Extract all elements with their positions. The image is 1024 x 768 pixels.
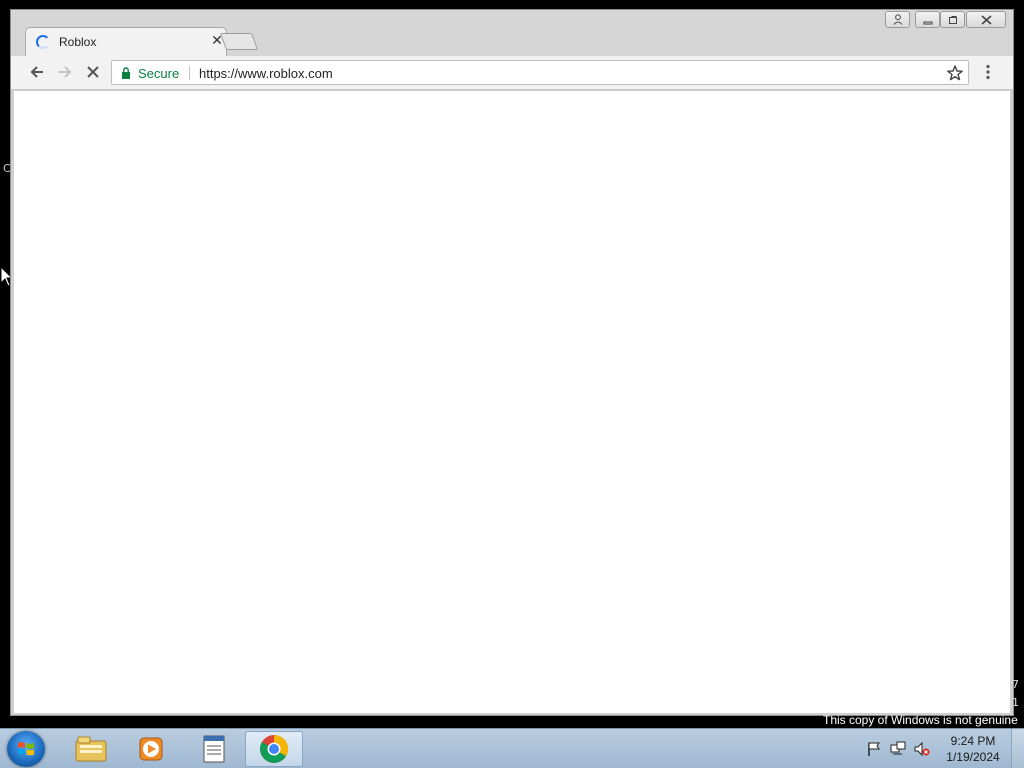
tab-roblox[interactable]: Roblox ✕ (25, 27, 227, 56)
stop-loading-button[interactable] (81, 60, 105, 84)
more-vert-icon (986, 64, 990, 80)
windows-logo-icon (18, 742, 34, 756)
taskbar-explorer-button[interactable] (63, 731, 119, 767)
arrow-left-icon (30, 66, 43, 78)
restore-icon (948, 15, 957, 24)
minimize-button[interactable] (915, 11, 940, 28)
browser-toolbar: Secure https://www.roblox.com (11, 56, 1013, 90)
taskbar-notepad-button[interactable] (186, 731, 242, 767)
tab-title: Roblox (59, 35, 97, 49)
page-content-area[interactable] (14, 91, 1010, 713)
chrome-icon (260, 735, 288, 763)
taskbar-clock[interactable]: 9:24 PM 1/19/2024 (940, 733, 1006, 765)
desktop-edge-digit: 1 (1012, 696, 1019, 709)
desktop: C Roblox ✕ Secure https://www.roblox.com… (0, 0, 1024, 768)
notepad-icon (203, 735, 225, 763)
action-center-flag-icon[interactable] (866, 741, 882, 757)
taskbar: 9:24 PM 1/19/2024 (0, 728, 1024, 768)
browser-titlebar: Roblox ✕ (11, 10, 1013, 56)
bookmark-star-icon[interactable] (946, 64, 964, 82)
browser-menu-button[interactable] (977, 60, 999, 84)
secure-label: Secure (138, 66, 180, 81)
taskbar-chrome-button[interactable] (245, 731, 303, 767)
address-bar[interactable]: Secure https://www.roblox.com (111, 60, 969, 85)
network-icon[interactable] (890, 741, 906, 757)
clock-date: 1/19/2024 (946, 750, 1000, 764)
close-window-button[interactable] (966, 11, 1006, 28)
taskbar-media-button[interactable] (123, 731, 179, 767)
back-button[interactable] (25, 60, 49, 84)
start-button[interactable] (7, 731, 45, 767)
activation-watermark: This copy of Windows is not genuine (823, 713, 1018, 727)
close-icon (980, 14, 992, 25)
clock-time: 9:24 PM (950, 734, 996, 748)
volume-muted-icon[interactable] (914, 741, 930, 757)
url-text[interactable]: https://www.roblox.com (199, 66, 333, 81)
lock-icon (122, 67, 130, 79)
desktop-edge-digit: 7 (1012, 678, 1019, 691)
profile-button[interactable] (885, 11, 910, 28)
minimize-icon (923, 21, 932, 24)
show-desktop-button[interactable] (1011, 729, 1024, 768)
maximize-button[interactable] (940, 11, 965, 28)
forward-button[interactable] (53, 60, 77, 84)
new-tab-button[interactable] (219, 33, 259, 50)
windows-explorer-icon (75, 736, 107, 762)
arrow-right-icon (59, 66, 72, 78)
omnibox-divider (189, 66, 190, 80)
user-icon (893, 14, 902, 25)
browser-window: Roblox ✕ Secure https://www.roblox.com (10, 9, 1014, 716)
media-player-icon (139, 737, 163, 761)
loading-spinner-icon (36, 35, 50, 49)
stop-x-icon (87, 66, 99, 78)
